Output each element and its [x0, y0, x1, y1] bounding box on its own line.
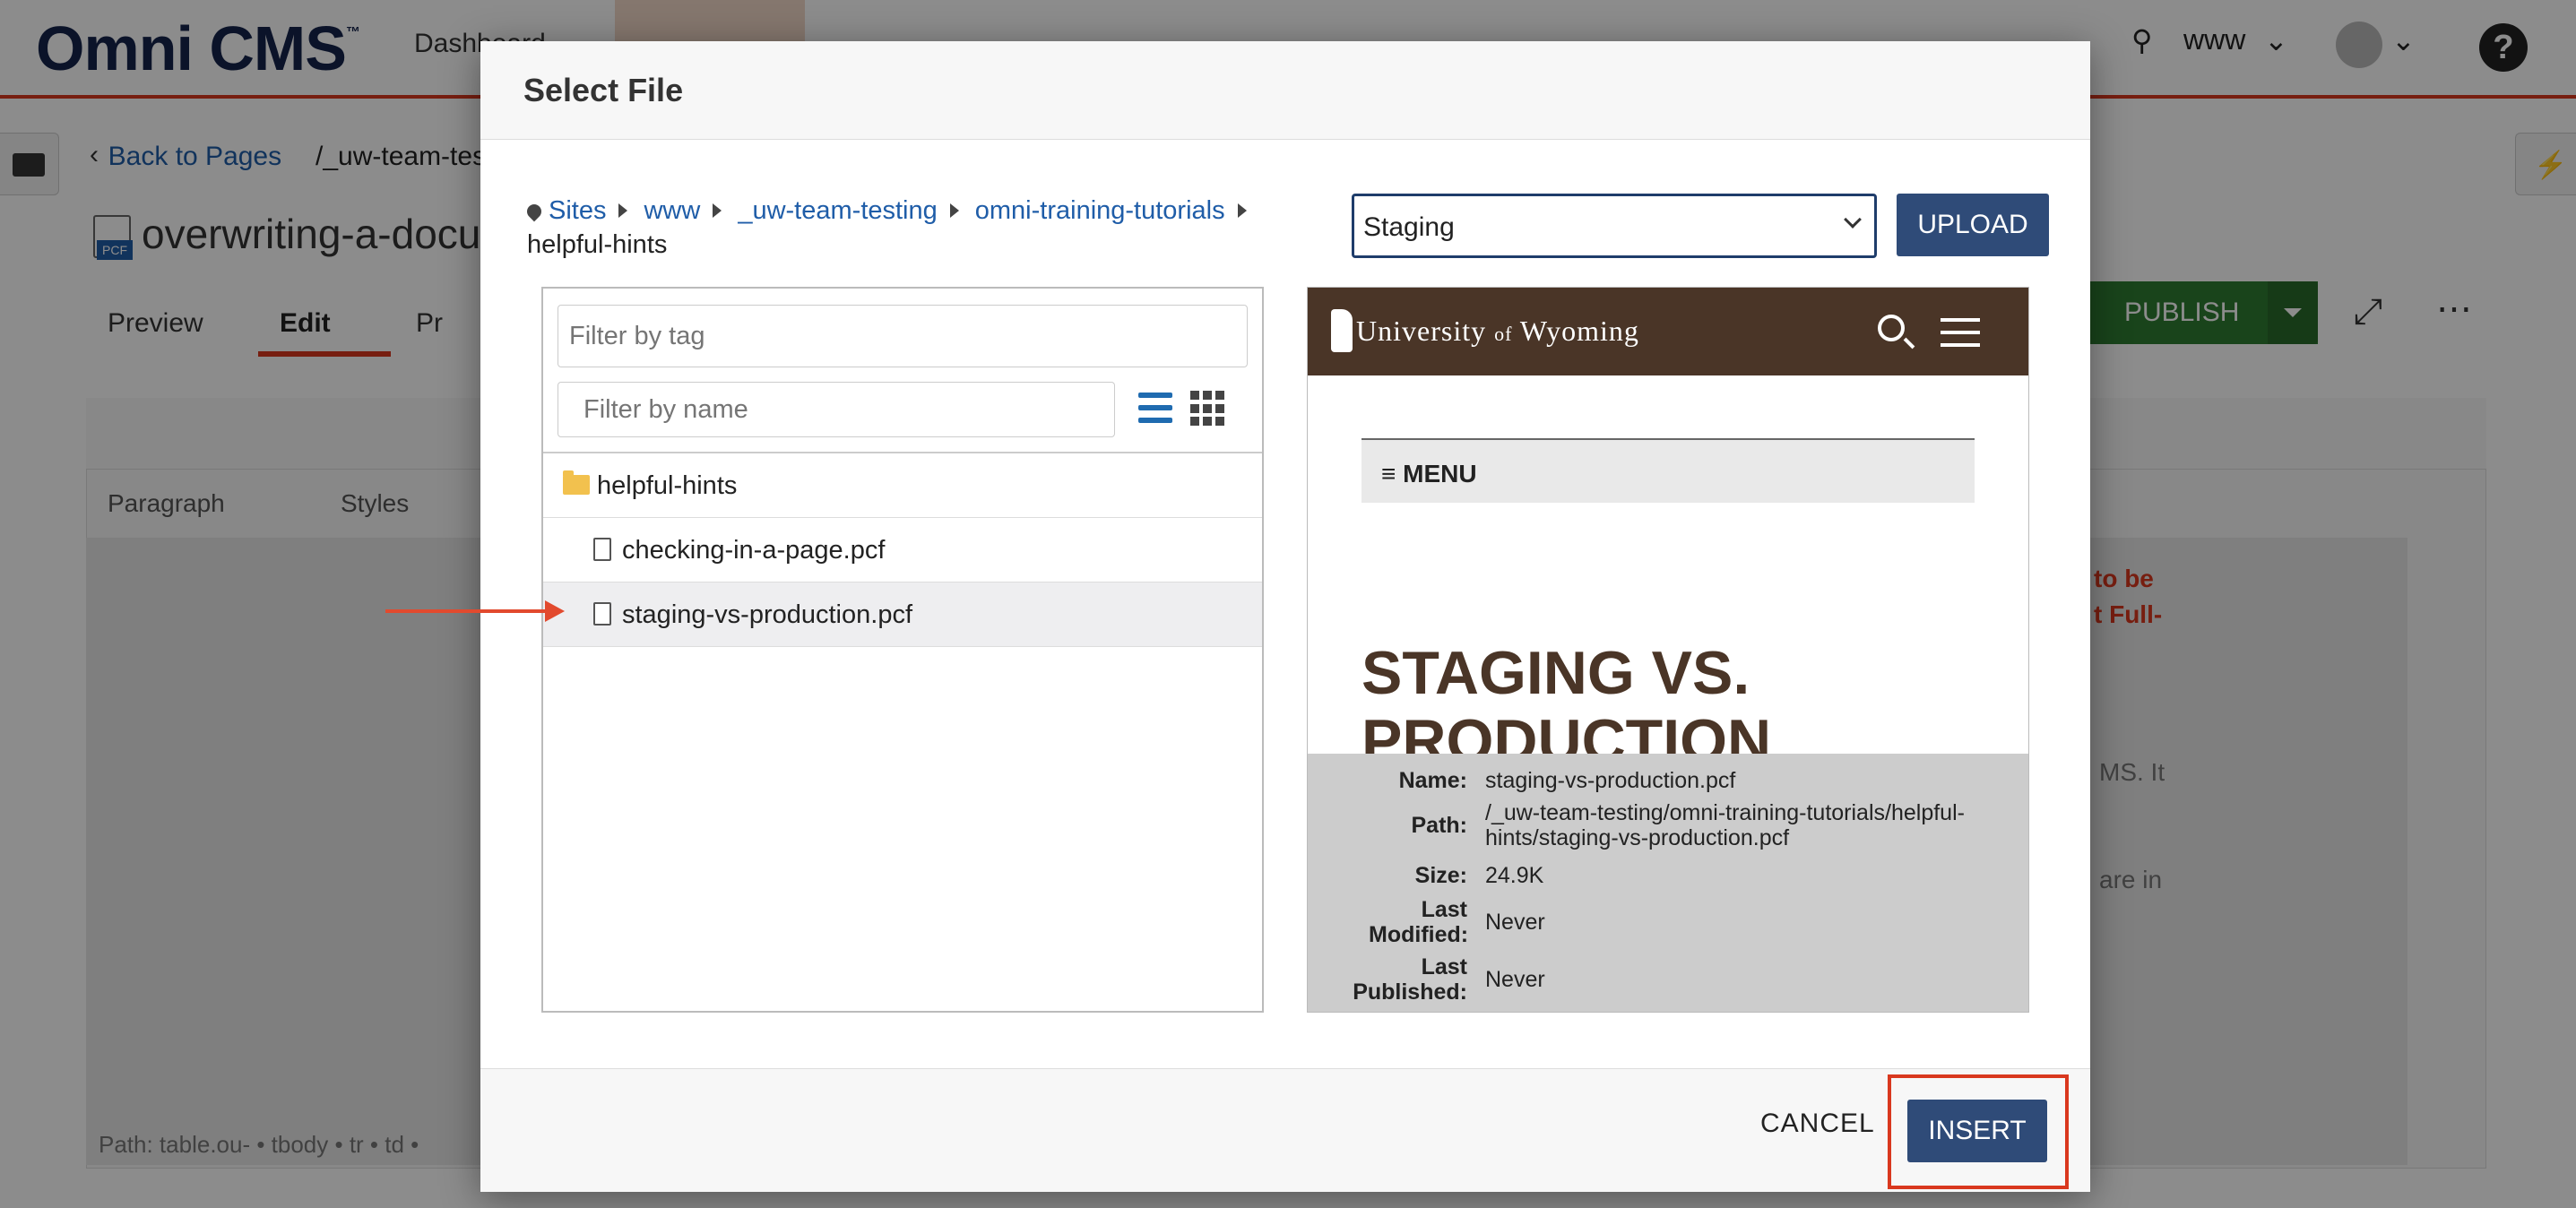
- cancel-button[interactable]: CANCEL: [1760, 1109, 1875, 1139]
- list-item-file[interactable]: checking-in-a-page.pcf: [543, 518, 1262, 582]
- file-preview: University of Wyoming ≡ MENU STAGING VS.…: [1307, 287, 2029, 1013]
- preview-menu-bar: ≡ MENU: [1361, 438, 1975, 503]
- dialog-header: Select File: [480, 41, 2090, 140]
- file-details: Name: staging-vs-production.pcf Path:/_uw…: [1308, 754, 2028, 1012]
- environment-select[interactable]: Staging: [1352, 194, 1877, 258]
- breadcrumb-uw-team-testing[interactable]: _uw-team-testing: [738, 196, 937, 225]
- breadcrumb: Sites www _uw-team-testing omni-training-tu…: [523, 194, 1298, 262]
- bucking-horse-logo-icon: [1331, 309, 1353, 352]
- list-item-label: helpful-hints: [597, 471, 738, 500]
- caret-right-icon: [618, 203, 635, 219]
- file-icon: [593, 538, 611, 561]
- folder-icon: [563, 470, 590, 495]
- filter-by-tag-input[interactable]: [558, 305, 1248, 367]
- list-item-folder[interactable]: helpful-hints: [543, 453, 1262, 518]
- insert-button[interactable]: INSERT: [1907, 1100, 2047, 1162]
- breadcrumb-omni-training-tutorials[interactable]: omni-training-tutorials: [975, 196, 1225, 225]
- grid-view-icon[interactable]: [1190, 391, 1226, 427]
- list-item-file-selected[interactable]: staging-vs-production.pcf: [543, 582, 1262, 647]
- caret-right-icon: [949, 203, 966, 219]
- file-icon: [593, 602, 611, 626]
- filter-by-name-input[interactable]: [558, 382, 1115, 437]
- select-file-dialog: Select File Sites www _uw-team-testing omni…: [385, 41, 2090, 1192]
- list-item-label: staging-vs-production.pcf: [622, 600, 912, 629]
- hamburger-menu-icon: [1941, 318, 1980, 347]
- university-logo-text: University of Wyoming: [1356, 315, 1639, 347]
- map-pin-icon: [523, 202, 545, 222]
- upload-button[interactable]: UPLOAD: [1897, 194, 2049, 256]
- caret-right-icon: [1237, 203, 1254, 219]
- list-item-label: checking-in-a-page.pcf: [622, 536, 886, 565]
- search-icon: [1878, 315, 1905, 341]
- breadcrumb-current: helpful-hints: [527, 230, 668, 259]
- file-browser: helpful-hints checking-in-a-page.pcf sta…: [541, 287, 1264, 1013]
- list-view-icon[interactable]: [1138, 393, 1172, 425]
- dialog-title: Select File: [523, 72, 684, 108]
- annotation-arrow-head: [545, 600, 565, 622]
- breadcrumb-sites[interactable]: Sites: [549, 196, 606, 225]
- caret-right-icon: [713, 203, 729, 219]
- preview-site-header: University of Wyoming: [1308, 288, 2028, 375]
- breadcrumb-www[interactable]: www: [644, 196, 700, 225]
- annotation-arrow: [385, 609, 547, 613]
- dialog-footer: CANCEL INSERT: [480, 1068, 2090, 1192]
